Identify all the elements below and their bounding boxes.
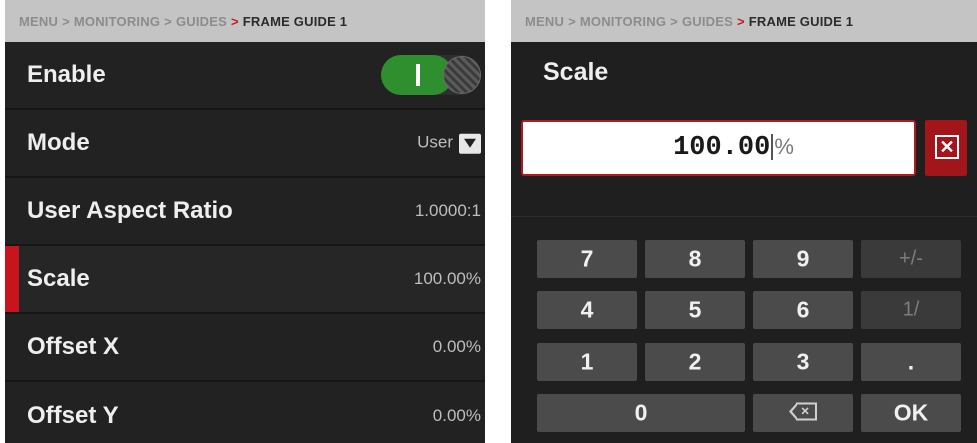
menu-row-enable[interactable]: Enable [5,42,485,110]
breadcrumb: MENU > MONITORING > GUIDES > FRAME GUIDE 1 [511,0,977,42]
scale-input-unit: % [774,134,794,159]
frame-guide-settings-panel: MENU > MONITORING > GUIDES > FRAME GUIDE 1 Ena… [5,0,485,443]
breadcrumb-item-guides[interactable]: GUIDES [682,14,733,29]
key-8[interactable]: 8 [645,240,745,278]
scale-input-value: 100.00 [673,133,771,163]
divider [511,216,977,217]
toggle-on-indicator [416,64,420,86]
key-label: OK [893,399,929,426]
breadcrumb-current: FRAME GUIDE 1 [748,14,854,29]
key-0[interactable]: 0 [537,394,745,432]
menu-row-label: Mode [27,129,90,156]
scale-input-text: 100.00% [523,133,914,163]
key-icon-wrap: × [753,400,853,427]
breadcrumb-separator: > [164,14,172,29]
toggle-knob [443,56,481,94]
key-label: 0 [634,399,648,426]
menu-row-label: User Aspect Ratio [27,197,233,224]
key-plus-minus[interactable]: +/- [861,240,961,278]
menu-row-offset-y[interactable]: Offset Y 0.00% [5,382,485,443]
breadcrumb-item-menu[interactable]: MENU [525,14,564,29]
key-6[interactable]: 6 [753,291,853,329]
menu-row-offset-x[interactable]: Offset X 0.00% [5,314,485,382]
key-label: +/- [899,247,923,270]
menu-row-user-aspect-ratio[interactable]: User Aspect Ratio 1.0000:1 [5,178,485,246]
key-label: 5 [688,296,702,323]
mode-dropdown[interactable]: User [417,133,481,154]
scale-keypad-panel: MENU > MONITORING > GUIDES > FRAME GUIDE 1 Sca… [511,0,977,443]
key-label: 8 [688,245,702,272]
key-label: 2 [688,348,702,375]
breadcrumb-separator: > [62,14,70,29]
key-5[interactable]: 5 [645,291,745,329]
chevron-down-icon [459,133,481,154]
key-label: 9 [796,245,810,272]
menu-row-label: Enable [27,61,106,88]
offset-x-value: 0.00% [432,337,481,356]
breadcrumb-item-monitoring[interactable]: MONITORING [74,14,160,29]
key-label: 4 [580,296,594,323]
key-1[interactable]: 1 [537,343,637,381]
close-box-icon: ✕ [935,135,959,159]
key-reciprocal[interactable]: 1/ [861,291,961,329]
key-3[interactable]: 3 [753,343,853,381]
key-label: . [907,348,915,375]
menu-row-label: Offset Y [27,402,119,429]
breadcrumb-separator: > [736,14,745,29]
key-decimal[interactable]: . [861,343,961,381]
menu-row-label: Offset X [27,333,120,360]
key-9[interactable]: 9 [753,240,853,278]
menu-row-mode[interactable]: Mode User [5,110,485,178]
user-aspect-ratio-value: 1.0000:1 [414,201,481,220]
enable-toggle[interactable] [381,55,481,95]
backspace-icon: × [789,402,817,421]
selection-indicator [5,246,19,312]
mode-value: User [417,132,453,152]
page-title: Scale [543,58,609,86]
breadcrumb-item-guides[interactable]: GUIDES [176,14,227,29]
key-7[interactable]: 7 [537,240,637,278]
clear-button[interactable]: ✕ [925,120,967,176]
backspace-button[interactable]: × [753,394,853,432]
breadcrumb-current: FRAME GUIDE 1 [242,14,348,29]
scale-value: 100.00% [413,269,481,288]
key-label: 7 [580,245,594,272]
breadcrumb-item-menu[interactable]: MENU [19,14,58,29]
breadcrumb: MENU > MONITORING > GUIDES > FRAME GUIDE 1 [5,0,485,42]
key-label: 1/ [902,298,920,321]
breadcrumb-separator: > [230,14,239,29]
scale-input[interactable]: 100.00% [521,120,916,176]
key-2[interactable]: 2 [645,343,745,381]
offset-y-value: 0.00% [432,406,481,425]
breadcrumb-separator: > [568,14,576,29]
key-4[interactable]: 4 [537,291,637,329]
menu-row-scale[interactable]: Scale 100.00% [5,246,485,314]
ok-button[interactable]: OK [861,394,961,432]
key-label: 6 [796,296,810,323]
key-label: 3 [796,348,810,375]
menu-row-label: Scale [27,265,90,292]
breadcrumb-separator: > [670,14,678,29]
key-label: 1 [580,348,594,375]
breadcrumb-item-monitoring[interactable]: MONITORING [580,14,666,29]
